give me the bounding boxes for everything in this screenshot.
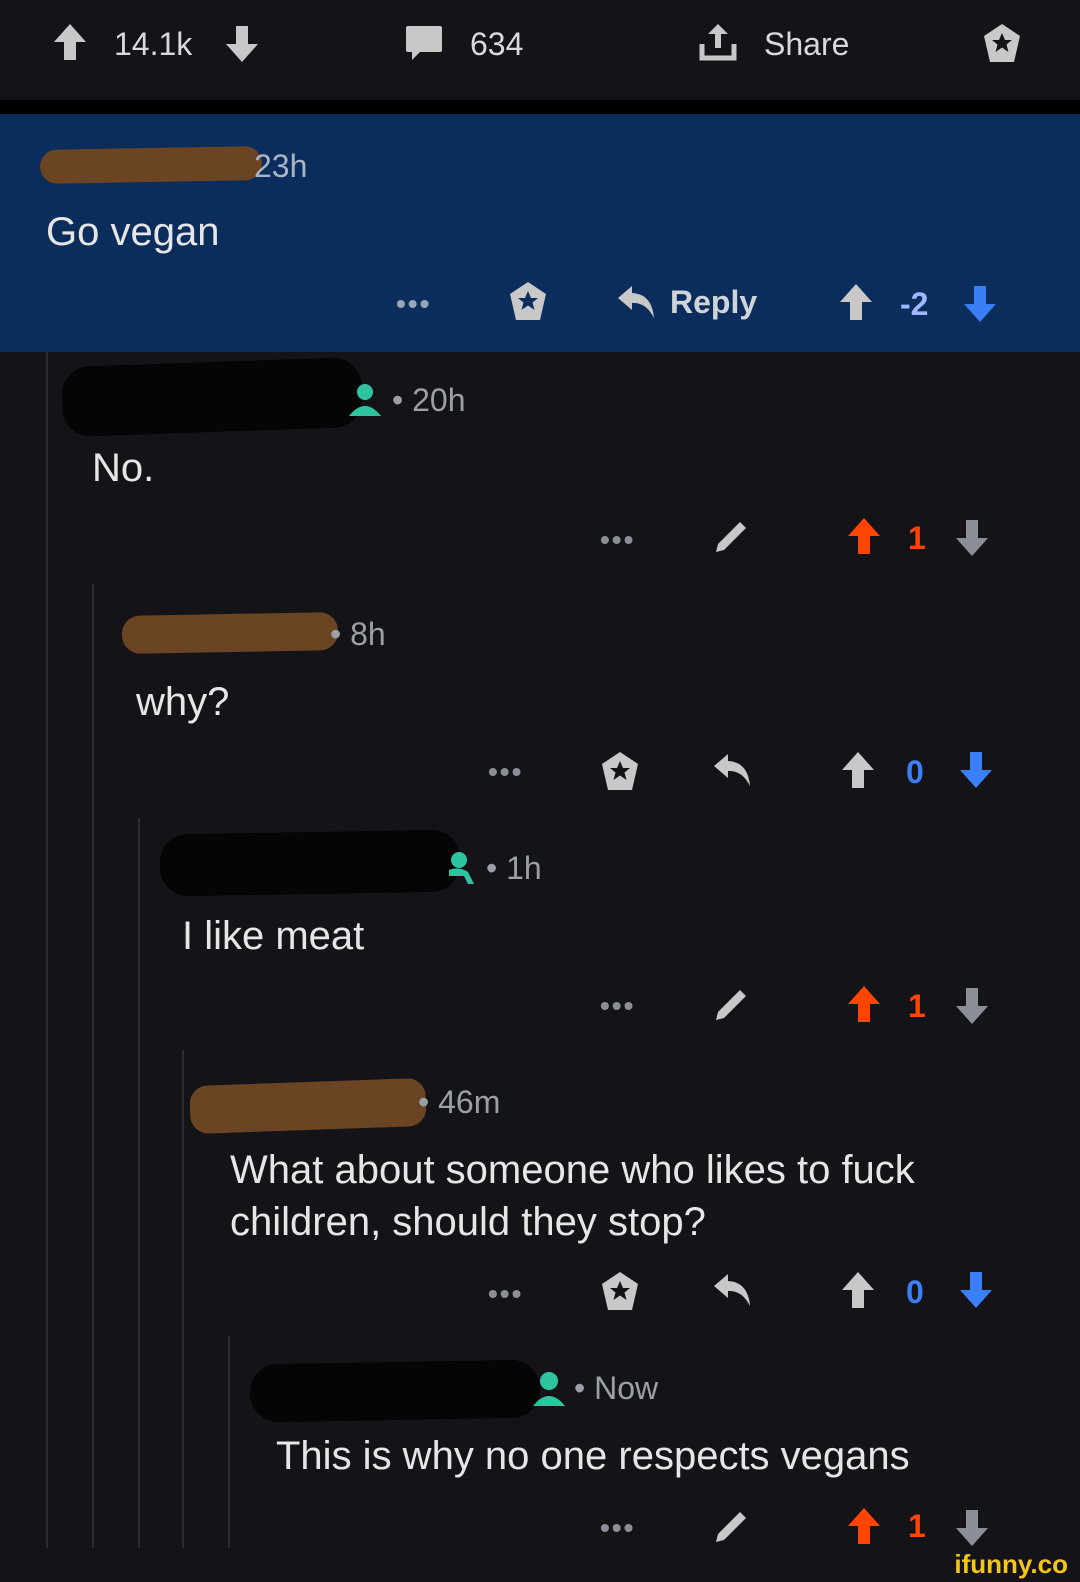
comment-body-line: children, should they stop?	[230, 1200, 706, 1244]
separator	[0, 100, 1080, 114]
watermark: ifunny.co	[950, 1549, 1072, 1580]
arrow-up-icon[interactable]	[846, 516, 882, 556]
comment-body: No.	[92, 446, 155, 490]
comment-score: 0	[906, 754, 924, 790]
thread-line[interactable]	[46, 352, 48, 1548]
comment-time: • Now	[574, 1370, 659, 1406]
redacted-username	[189, 1077, 427, 1135]
redacted-username	[249, 1359, 541, 1423]
arrow-down-icon[interactable]	[958, 1270, 994, 1310]
comment-score: 0	[906, 1274, 924, 1310]
user-avatar-icon	[349, 384, 381, 416]
award-icon[interactable]	[598, 1270, 642, 1314]
thread-line[interactable]	[92, 584, 94, 1548]
reply-button[interactable]: Reply	[670, 284, 757, 321]
comment-body: I like meat	[182, 914, 365, 958]
comment-time: • 20h	[392, 382, 466, 418]
redacted-username	[60, 356, 364, 438]
comment-time: • 46m	[418, 1084, 501, 1120]
comment-time: • 1h	[486, 850, 542, 886]
more-dots-icon[interactable]: •••	[600, 1512, 635, 1544]
user-avatar-icon	[533, 1372, 565, 1406]
arrow-up-icon[interactable]	[838, 282, 874, 322]
comment-body: why?	[136, 680, 230, 724]
user-avatar-icon	[449, 852, 474, 884]
more-dots-icon[interactable]: •••	[600, 524, 635, 556]
arrow-up-icon[interactable]	[846, 984, 882, 1024]
comment-icon[interactable]	[404, 24, 444, 62]
edit-pencil-icon[interactable]	[712, 1504, 754, 1546]
arrow-down-icon[interactable]	[954, 518, 990, 558]
more-dots-icon[interactable]: •••	[600, 990, 635, 1022]
award-icon[interactable]	[980, 22, 1024, 66]
thread-line[interactable]	[228, 1336, 230, 1548]
reply-icon[interactable]	[616, 284, 658, 320]
more-dots-icon[interactable]: •••	[488, 1278, 523, 1310]
share-icon[interactable]	[696, 20, 740, 64]
comment-score: 1	[908, 520, 926, 556]
comment-score: 1	[908, 1508, 926, 1544]
more-dots-icon[interactable]: •••	[396, 288, 431, 320]
edit-pencil-icon[interactable]	[712, 514, 754, 556]
thread-line[interactable]	[138, 818, 140, 1548]
comment-time: • 8h	[330, 616, 386, 652]
post-action-bar: 14.1k 634 Share	[0, 0, 1080, 100]
redacted-username	[159, 829, 461, 897]
reply-icon[interactable]	[712, 752, 754, 788]
comment-body: Go vegan	[46, 210, 220, 254]
award-icon[interactable]	[506, 280, 550, 324]
redacted-username	[121, 612, 339, 654]
arrow-down-icon[interactable]	[958, 750, 994, 790]
arrow-up-icon[interactable]	[840, 750, 876, 790]
thread-line[interactable]	[182, 1050, 184, 1548]
comment-score: -2	[900, 286, 929, 322]
comment-score: 1	[908, 988, 926, 1024]
arrow-down-icon[interactable]	[954, 1508, 990, 1548]
comment-body: This is why no one respects vegans	[276, 1434, 910, 1478]
reply-icon[interactable]	[712, 1272, 754, 1308]
share-button[interactable]: Share	[764, 26, 849, 63]
upvote-count: 14.1k	[114, 26, 193, 62]
redacted-username	[39, 146, 263, 184]
arrow-up-icon[interactable]	[52, 22, 88, 62]
arrow-down-icon[interactable]	[954, 986, 990, 1026]
comment-body-line: What about someone who likes to fuck	[230, 1148, 915, 1192]
edit-pencil-icon[interactable]	[712, 982, 754, 1024]
award-icon[interactable]	[598, 750, 642, 794]
arrow-down-icon[interactable]	[962, 284, 998, 324]
comment-time: 23h	[254, 148, 308, 184]
comment-count: 634	[470, 26, 524, 62]
arrow-down-icon[interactable]	[224, 24, 260, 64]
more-dots-icon[interactable]: •••	[488, 756, 523, 788]
arrow-up-icon[interactable]	[840, 1270, 876, 1310]
arrow-up-icon[interactable]	[846, 1506, 882, 1546]
